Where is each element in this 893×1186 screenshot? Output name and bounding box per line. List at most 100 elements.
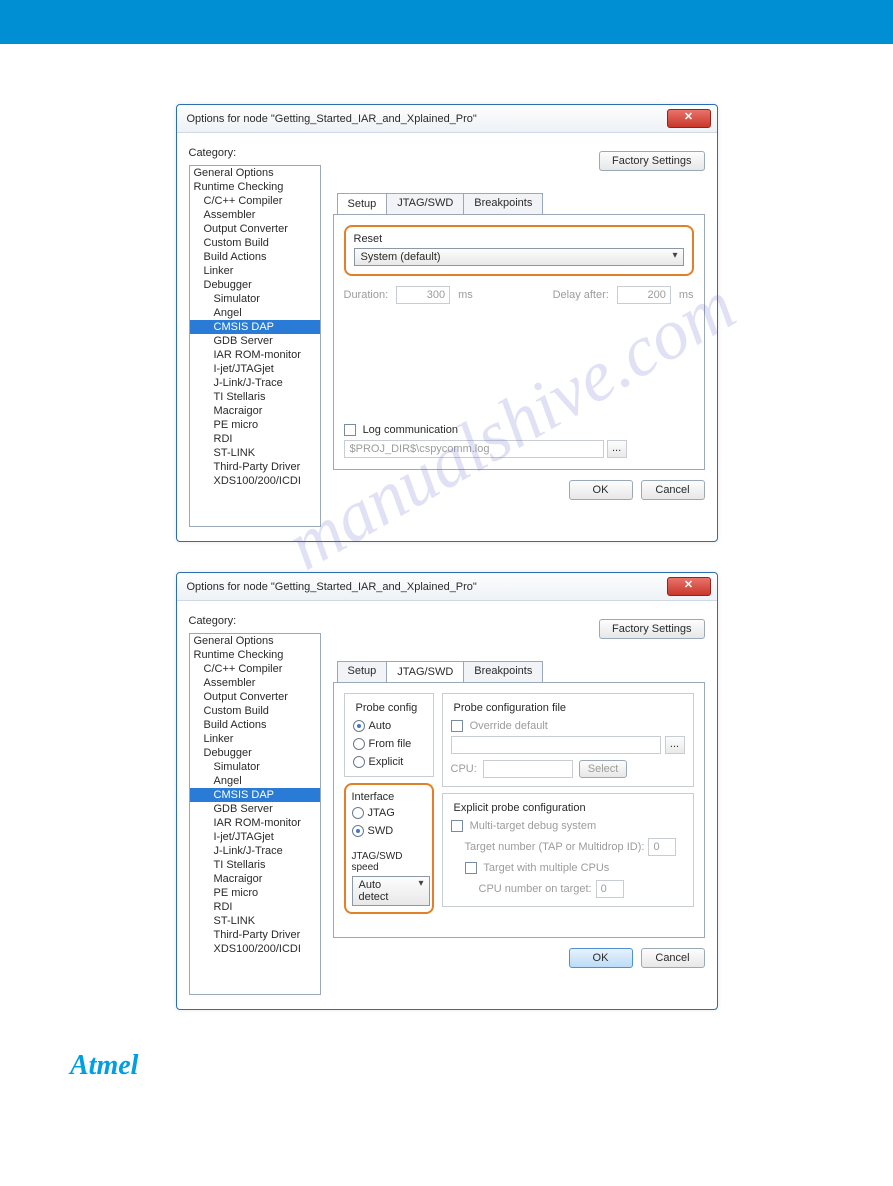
category-item[interactable]: XDS100/200/ICDI <box>190 474 320 488</box>
duration-input[interactable]: 300 <box>396 286 450 304</box>
duration-unit: ms <box>458 289 473 301</box>
category-item[interactable]: J-Link/J-Trace <box>190 844 320 858</box>
brand-logo: Atmel <box>70 1050 853 1082</box>
close-button[interactable]: ✕ <box>667 109 711 128</box>
category-item[interactable]: Debugger <box>190 278 320 292</box>
category-item[interactable]: GDB Server <box>190 802 320 816</box>
pcf-label: Probe configuration file <box>451 702 570 714</box>
probe-config-label: Probe config <box>353 702 421 714</box>
tab-jtagswd[interactable]: JTAG/SWD <box>386 193 464 214</box>
probe-config-file-group: Probe configuration file Override defaul… <box>442 693 694 787</box>
category-item[interactable]: IAR ROM-monitor <box>190 816 320 830</box>
category-item[interactable]: Linker <box>190 732 320 746</box>
speed-dropdown[interactable]: Auto detect <box>352 876 430 906</box>
tab-breakpoints[interactable]: Breakpoints <box>463 661 543 682</box>
factory-settings-button[interactable]: Factory Settings <box>599 619 704 639</box>
options-dialog-1: Options for node "Getting_Started_IAR_an… <box>176 104 718 542</box>
category-item[interactable]: Third-Party Driver <box>190 460 320 474</box>
category-item[interactable]: Debugger <box>190 746 320 760</box>
category-listbox[interactable]: General OptionsRuntime CheckingC/C++ Com… <box>189 633 321 995</box>
tabbar: Setup JTAG/SWD Breakpoints <box>337 193 705 214</box>
category-item[interactable]: ST-LINK <box>190 446 320 460</box>
tab-setup[interactable]: Setup <box>337 661 388 682</box>
delay-input[interactable]: 200 <box>617 286 671 304</box>
override-checkbox[interactable] <box>451 720 463 732</box>
category-item[interactable]: General Options <box>190 634 320 648</box>
cpunum-input[interactable]: 0 <box>596 880 624 898</box>
pcf-browse-button[interactable]: ... <box>665 736 685 754</box>
category-item[interactable]: Linker <box>190 264 320 278</box>
reset-highlight: Reset System (default) <box>344 225 694 276</box>
tab-setup[interactable]: Setup <box>337 193 388 214</box>
category-item[interactable]: PE micro <box>190 886 320 900</box>
category-item[interactable]: Custom Build <box>190 236 320 250</box>
log-path-input[interactable]: $PROJ_DIR$\cspycomm.log <box>344 440 604 458</box>
category-item[interactable]: Runtime Checking <box>190 648 320 662</box>
interface-highlight: Interface JTAG SWD JTAG/SWD speed Auto d… <box>344 783 434 914</box>
category-item[interactable]: IAR ROM-monitor <box>190 348 320 362</box>
category-item[interactable]: TI Stellaris <box>190 858 320 872</box>
category-item[interactable]: Macraigor <box>190 872 320 886</box>
category-item[interactable]: Third-Party Driver <box>190 928 320 942</box>
category-item[interactable]: CMSIS DAP <box>190 788 320 802</box>
ok-button[interactable]: OK <box>569 480 633 500</box>
delay-label: Delay after: <box>553 289 609 301</box>
close-button[interactable]: ✕ <box>667 577 711 596</box>
cpunum-label: CPU number on target: <box>479 883 592 895</box>
tab-jtagswd[interactable]: JTAG/SWD <box>386 661 464 682</box>
multi-target-checkbox[interactable] <box>451 820 463 832</box>
multicpu-checkbox[interactable] <box>465 862 477 874</box>
category-item[interactable]: I-jet/JTAGjet <box>190 830 320 844</box>
browse-button[interactable]: ... <box>607 440 627 458</box>
tab-breakpoints[interactable]: Breakpoints <box>463 193 543 214</box>
category-item[interactable]: Build Actions <box>190 250 320 264</box>
cancel-button[interactable]: Cancel <box>641 480 705 500</box>
category-item[interactable]: Assembler <box>190 676 320 690</box>
category-item[interactable]: Custom Build <box>190 704 320 718</box>
cancel-button[interactable]: Cancel <box>641 948 705 968</box>
select-button[interactable]: Select <box>579 760 628 778</box>
tabpane-jtagswd: Probe config Auto From file Explicit Int… <box>333 682 705 938</box>
titlebar: Options for node "Getting_Started_IAR_an… <box>177 573 717 601</box>
category-item[interactable]: Simulator <box>190 292 320 306</box>
category-item[interactable]: Angel <box>190 774 320 788</box>
category-item[interactable]: CMSIS DAP <box>190 320 320 334</box>
radio-jtag[interactable] <box>352 807 364 819</box>
delay-unit: ms <box>679 289 694 301</box>
category-item[interactable]: J-Link/J-Trace <box>190 376 320 390</box>
category-item[interactable]: RDI <box>190 900 320 914</box>
category-item[interactable]: PE micro <box>190 418 320 432</box>
category-item[interactable]: GDB Server <box>190 334 320 348</box>
category-item[interactable]: C/C++ Compiler <box>190 194 320 208</box>
category-item[interactable]: General Options <box>190 166 320 180</box>
pcf-path-input[interactable] <box>451 736 661 754</box>
explicit-probe-group: Explicit probe configuration Multi-targe… <box>442 793 694 907</box>
category-item[interactable]: Runtime Checking <box>190 180 320 194</box>
radio-auto[interactable] <box>353 720 365 732</box>
dialog-title: Options for node "Getting_Started_IAR_an… <box>187 113 477 125</box>
category-item[interactable]: C/C++ Compiler <box>190 662 320 676</box>
category-item[interactable]: Assembler <box>190 208 320 222</box>
ok-button[interactable]: OK <box>569 948 633 968</box>
category-item[interactable]: RDI <box>190 432 320 446</box>
factory-settings-button[interactable]: Factory Settings <box>599 151 704 171</box>
category-item[interactable]: Simulator <box>190 760 320 774</box>
category-item[interactable]: Output Converter <box>190 222 320 236</box>
tap-input[interactable]: 0 <box>648 838 676 856</box>
category-item[interactable]: I-jet/JTAGjet <box>190 362 320 376</box>
category-item[interactable]: TI Stellaris <box>190 390 320 404</box>
category-item[interactable]: Build Actions <box>190 718 320 732</box>
category-listbox[interactable]: General OptionsRuntime CheckingC/C++ Com… <box>189 165 321 527</box>
radio-fromfile[interactable] <box>353 738 365 750</box>
category-item[interactable]: Angel <box>190 306 320 320</box>
duration-label: Duration: <box>344 289 389 301</box>
cpu-input[interactable] <box>483 760 573 778</box>
radio-explicit[interactable] <box>353 756 365 768</box>
reset-dropdown[interactable]: System (default) <box>354 248 684 266</box>
category-item[interactable]: Output Converter <box>190 690 320 704</box>
category-item[interactable]: Macraigor <box>190 404 320 418</box>
radio-swd[interactable] <box>352 825 364 837</box>
category-item[interactable]: XDS100/200/ICDI <box>190 942 320 956</box>
category-item[interactable]: ST-LINK <box>190 914 320 928</box>
log-checkbox[interactable] <box>344 424 356 436</box>
